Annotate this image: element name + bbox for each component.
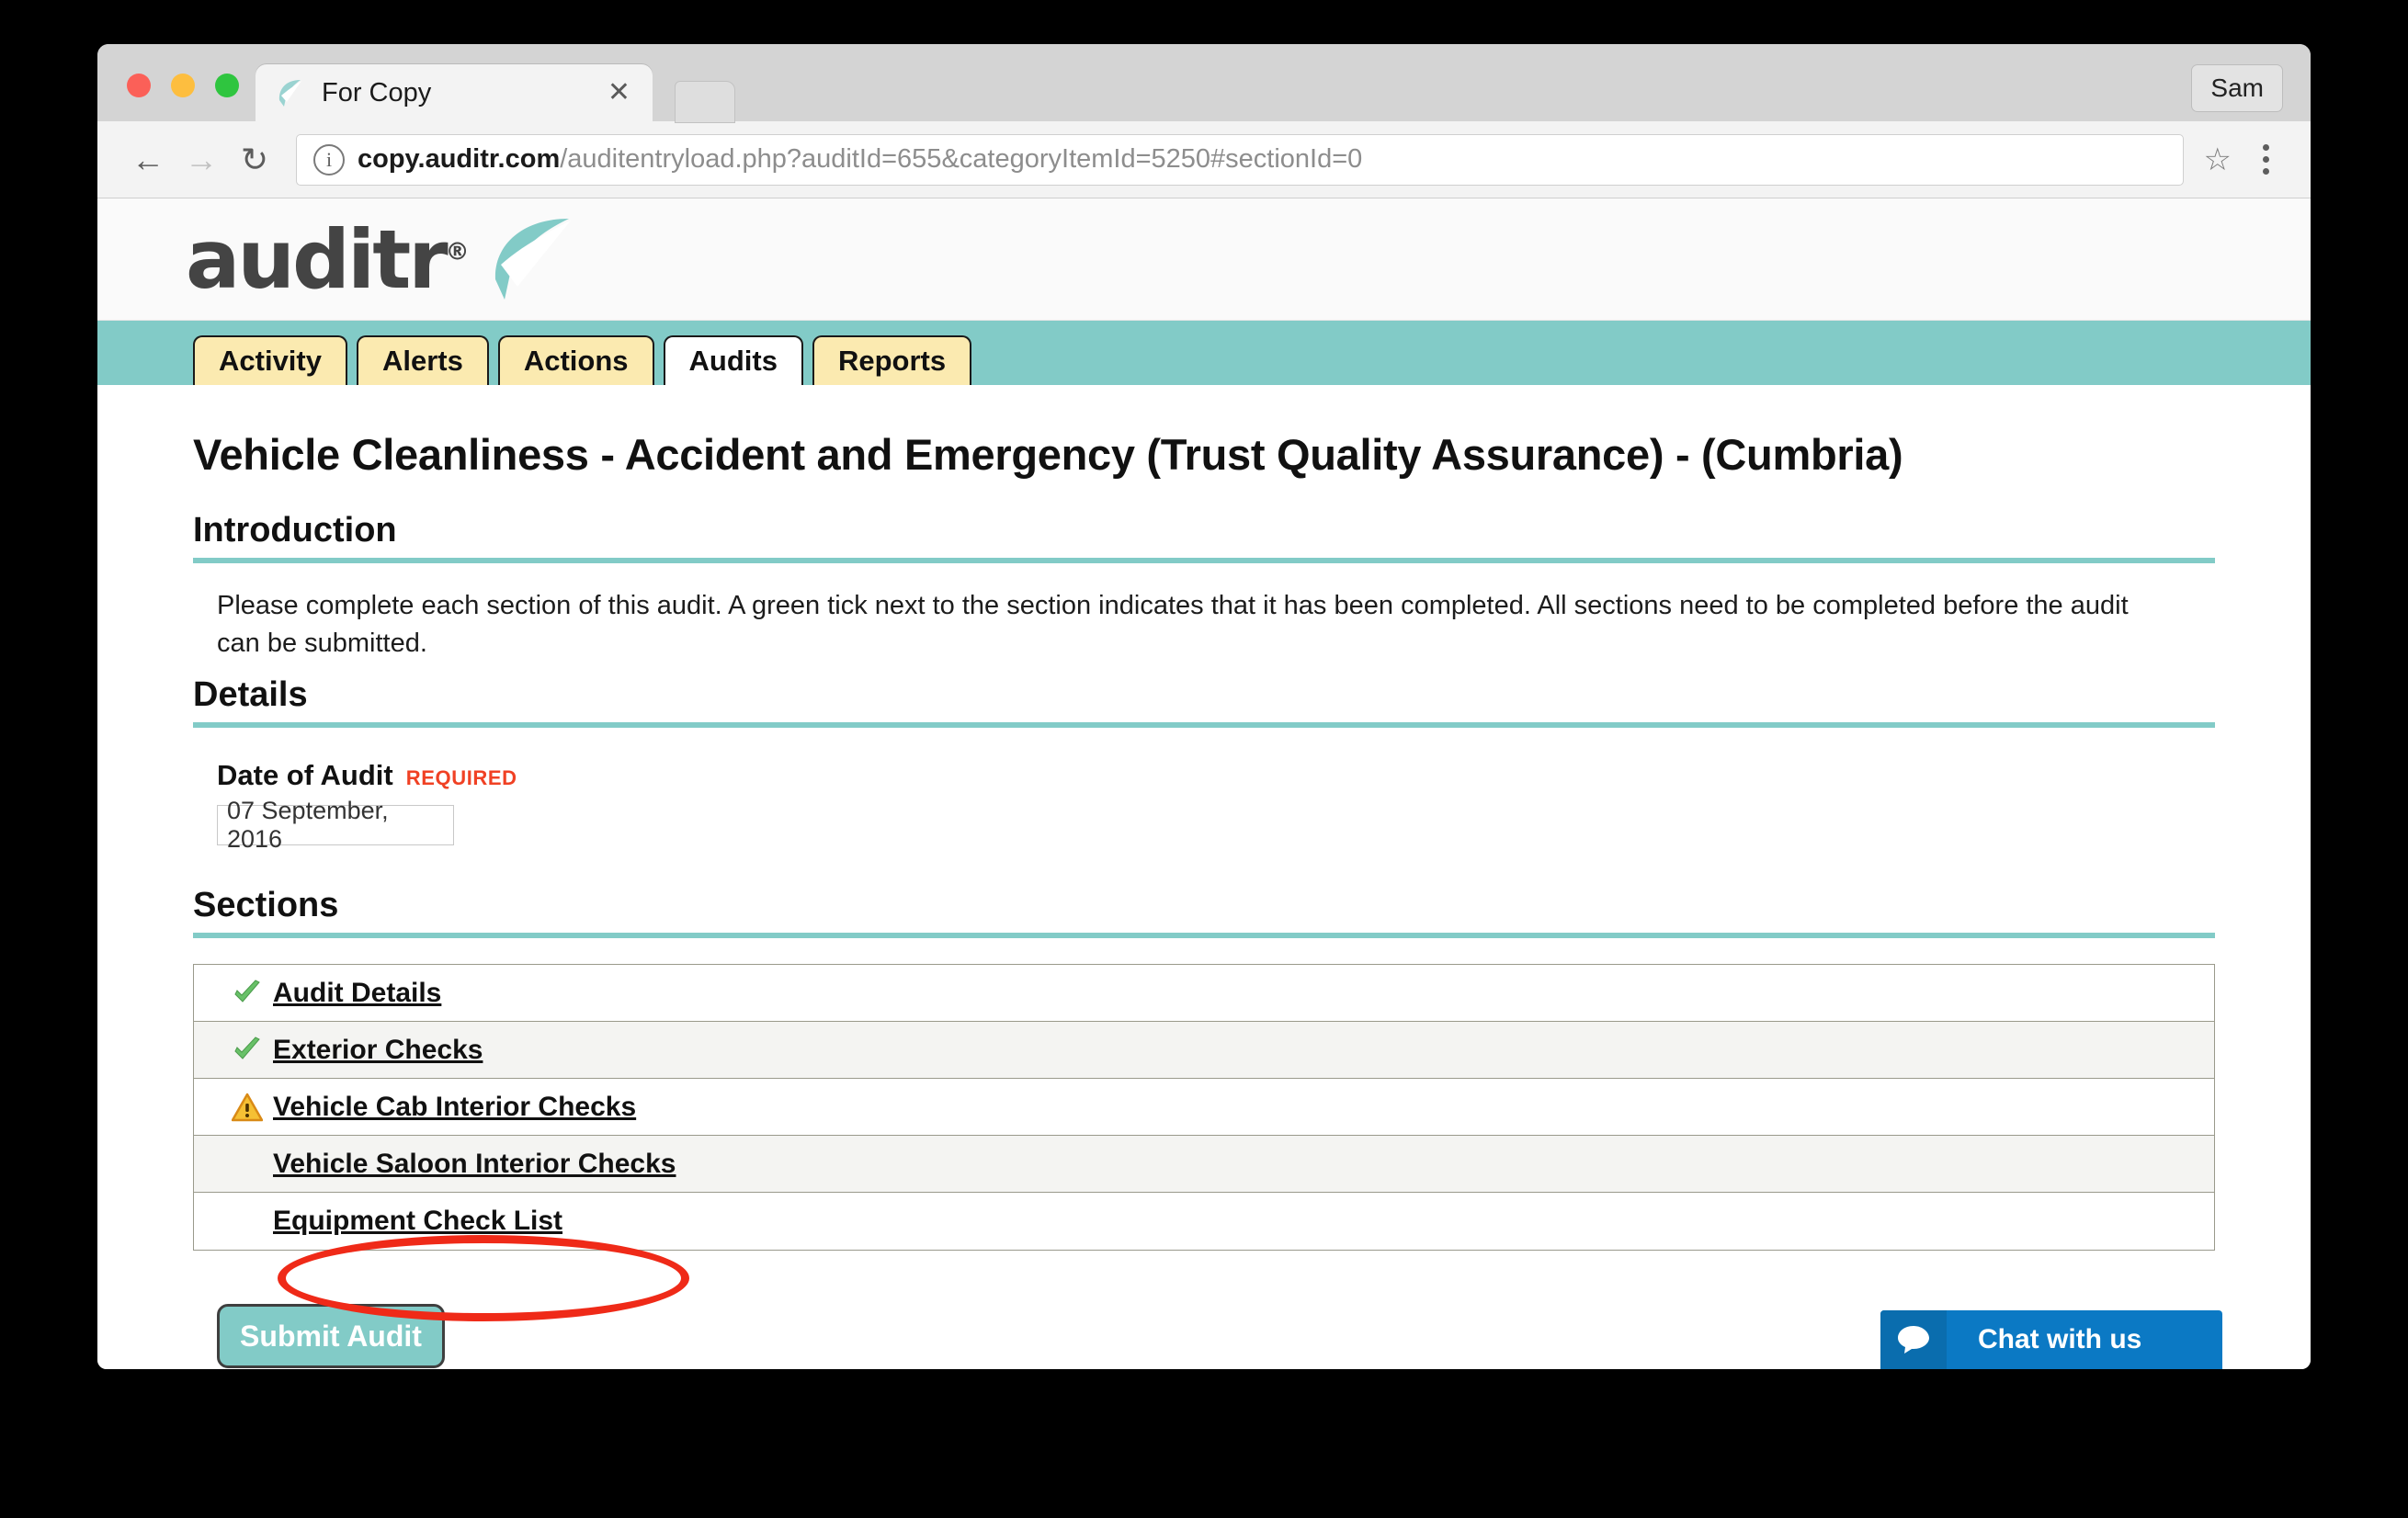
required-badge: REQUIRED — [405, 766, 517, 790]
bookmark-star-icon[interactable]: ☆ — [2204, 142, 2232, 178]
nav-tab-actions[interactable]: Actions — [497, 335, 654, 385]
info-icon[interactable]: i — [313, 143, 345, 176]
date-of-audit-field: Date of Audit REQUIRED 07 September, 2016 — [217, 759, 2215, 853]
warning-triangle-icon — [227, 1093, 267, 1122]
page-title: Vehicle Cleanliness - Accident and Emerg… — [193, 430, 1903, 479]
leaf-check-favicon-icon — [272, 75, 307, 110]
reload-icon[interactable]: ↻ — [228, 133, 281, 187]
section-link-label[interactable]: Vehicle Cab Interior Checks — [273, 1092, 636, 1123]
nav-tab-audits[interactable]: Audits — [663, 335, 803, 385]
leaf-check-logo-icon — [473, 215, 582, 303]
kebab-menu-icon[interactable] — [2244, 144, 2287, 175]
section-row-audit-details[interactable]: Audit Details — [194, 965, 2214, 1023]
details-heading: Details — [193, 675, 308, 715]
page-content: Vehicle Cleanliness - Accident and Emerg… — [97, 385, 2311, 1369]
primary-nav: Activity Alerts Actions Audits Reports — [193, 335, 981, 385]
section-row-equipment-check-list[interactable]: Equipment Check List — [194, 1193, 2214, 1251]
date-of-audit-label: Date of Audit — [217, 759, 393, 792]
primary-nav-band: Activity Alerts Actions Audits Reports — [97, 321, 2311, 385]
nav-tab-activity[interactable]: Activity — [193, 335, 347, 385]
complete-check-icon — [227, 978, 267, 1009]
browser-tab[interactable]: For Copy ✕ — [256, 64, 653, 121]
close-window-button[interactable] — [127, 74, 151, 97]
browser-window: For Copy ✕ Sam ← → ↻ i copy.auditr.com/a… — [97, 44, 2311, 1369]
new-tab-button[interactable] — [675, 81, 735, 123]
introduction-text: Please complete each section of this aud… — [217, 591, 2129, 659]
section-row-exterior-checks[interactable]: Exterior Checks — [194, 1022, 2214, 1080]
page-viewport: auditr® Activity Alerts Actions Audits R… — [97, 198, 2311, 1369]
chat-widget-label: Chat with us — [1978, 1324, 2142, 1354]
heading-rule — [193, 558, 2215, 563]
complete-check-icon — [227, 1035, 267, 1066]
window-controls — [127, 74, 239, 97]
auditr-logo[interactable]: auditr® — [186, 212, 470, 307]
registered-mark: ® — [445, 238, 470, 266]
submit-audit-button[interactable]: Submit Audit — [217, 1304, 445, 1369]
sections-list: Audit Details Exterior Checks Vehicle Ca… — [193, 964, 2215, 1252]
back-icon[interactable]: ← — [121, 133, 175, 187]
nav-tab-reports[interactable]: Reports — [812, 335, 972, 385]
heading-rule — [193, 722, 2215, 729]
url-path: /auditentryload.php?auditId=655&category… — [560, 144, 1363, 174]
logo-wordmark: auditr — [186, 211, 449, 307]
section-link-label[interactable]: Audit Details — [273, 978, 441, 1009]
url-domain: copy.auditr.com — [358, 144, 561, 174]
minimize-window-button[interactable] — [171, 74, 195, 97]
close-tab-icon[interactable]: ✕ — [602, 79, 636, 107]
heading-rule — [193, 933, 2215, 939]
tab-strip: For Copy ✕ Sam — [97, 44, 2311, 123]
chat-widget-button[interactable]: Chat with us — [1880, 1310, 2222, 1369]
maximize-window-button[interactable] — [215, 74, 239, 97]
section-link-label[interactable]: Vehicle Saloon Interior Checks — [273, 1149, 676, 1180]
sections-heading: Sections — [193, 886, 339, 925]
section-link-label[interactable]: Exterior Checks — [273, 1035, 483, 1066]
site-header: auditr® — [97, 198, 2311, 321]
introduction-heading: Introduction — [193, 511, 397, 549]
address-bar[interactable]: i copy.auditr.com/auditentryload.php?aud… — [296, 133, 2184, 186]
section-link-label[interactable]: Equipment Check List — [273, 1206, 562, 1237]
speech-bubble-icon — [1880, 1310, 1947, 1369]
tab-title: For Copy — [322, 77, 432, 108]
section-row-vehicle-cab-interior-checks[interactable]: Vehicle Cab Interior Checks — [194, 1079, 2214, 1137]
browser-toolbar: ← → ↻ i copy.auditr.com/auditentryload.p… — [97, 121, 2311, 198]
profile-button[interactable]: Sam — [2191, 64, 2283, 112]
forward-icon[interactable]: → — [175, 133, 228, 187]
date-of-audit-input[interactable]: 07 September, 2016 — [217, 797, 454, 853]
nav-tab-alerts[interactable]: Alerts — [356, 335, 489, 385]
url-text: copy.auditr.com/auditentryload.php?audit… — [358, 144, 1362, 175]
section-row-vehicle-saloon-interior-checks[interactable]: Vehicle Saloon Interior Checks — [194, 1136, 2214, 1194]
